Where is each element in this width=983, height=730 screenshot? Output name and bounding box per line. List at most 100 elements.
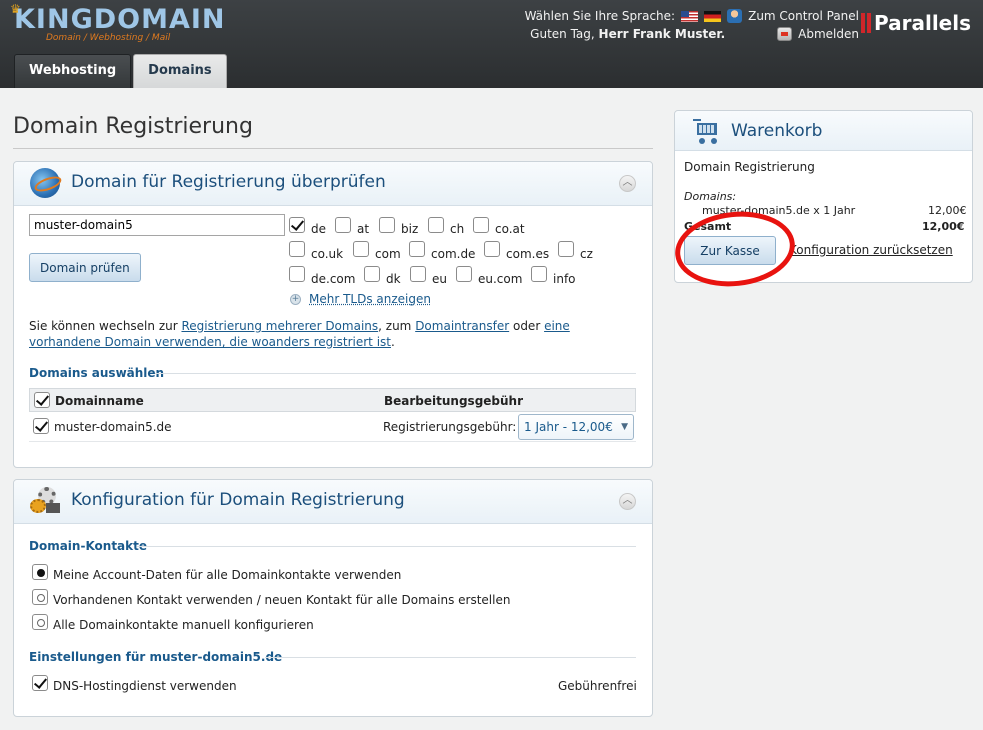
section-divider [155, 373, 636, 374]
collapse-icon[interactable]: ︿ [619, 493, 636, 510]
select-domains-heading: Domains auswählen [29, 366, 165, 380]
tld-checkbox-com[interactable] [353, 241, 369, 257]
tld-label-eu-com: eu.com [478, 272, 523, 286]
tld-checkbox-ch[interactable] [428, 217, 444, 233]
tld-label-info: info [553, 272, 576, 286]
domain-name-input[interactable] [29, 214, 285, 236]
info-text-part: . [391, 335, 395, 349]
registration-period-select[interactable]: 1 Jahr - 12,00€ ▼ [518, 414, 634, 440]
tld-checkbox-com-es[interactable] [484, 241, 500, 257]
tld-checkbox-info[interactable] [531, 266, 547, 282]
tld-checkbox-at[interactable] [335, 217, 351, 233]
tld-label-de: de [311, 222, 326, 236]
row-domain-name: muster-domain5.de [54, 420, 172, 434]
contact-option-radio-manual[interactable] [32, 614, 48, 630]
kingdomain-logo[interactable]: ♛ KINGDOMAIN Domain / Webhosting / Mail [10, 2, 226, 43]
tld-label-co-at: co.at [495, 222, 525, 236]
crown-icon: ♛ [10, 2, 21, 16]
contact-option-radio-existing[interactable] [32, 589, 48, 605]
contact-option-label: Meine Account-Daten für alle Domainkonta… [53, 568, 402, 582]
tld-label-dk: dk [386, 272, 401, 286]
tld-checkbox-de[interactable] [289, 217, 305, 233]
globe-icon [30, 168, 60, 198]
top-header: ♛ KINGDOMAIN Domain / Webhosting / Mail … [0, 0, 983, 88]
tld-label-at: at [357, 222, 370, 236]
check-domain-button[interactable]: Domain prüfen [29, 253, 141, 282]
chevron-down-icon: ▼ [621, 422, 628, 432]
gear-icon [30, 485, 62, 515]
config-panel-header: Konfiguration für Domain Registrierung ︿ [14, 480, 652, 524]
tab-domains[interactable]: Domains [133, 54, 227, 88]
config-title: Konfiguration für Domain Registrierung [71, 490, 405, 510]
cart-subtitle: Domain Registrierung [684, 160, 815, 174]
info-text-part: oder [509, 319, 545, 333]
tld-checkbox-co-at[interactable] [473, 217, 489, 233]
switch-info-text: Sie können wechseln zur Registrierung me… [29, 318, 639, 350]
tld-label-ch: ch [450, 222, 465, 236]
info-text-part: Sie können wechseln zur [29, 319, 182, 333]
tld-label-com-es: com.es [506, 247, 550, 261]
parallels-logo: Parallels [860, 11, 971, 35]
cart-panel-header: Warenkorb [675, 111, 972, 151]
logout-icon[interactable] [777, 27, 793, 41]
domains-table-header: Domainname Bearbeitungsgebühr [29, 388, 636, 412]
select-all-checkbox[interactable] [34, 392, 50, 408]
tld-label-com-de: com.de [431, 247, 476, 261]
control-panel-link[interactable]: Zum Control Panel [748, 7, 859, 25]
parallels-text: Parallels [873, 11, 971, 35]
contact-option-label: Alle Domainkontakte manuell konfiguriere… [53, 618, 314, 632]
dns-hosting-label: DNS-Hostingdienst verwenden [53, 679, 237, 693]
tld-checkbox-com-de[interactable] [409, 241, 425, 257]
logout-link[interactable]: Abmelden [798, 25, 859, 43]
tld-checkbox-co-uk[interactable] [289, 241, 305, 257]
language-label: Wählen Sie Ihre Sprache: [524, 9, 676, 23]
us-flag-icon[interactable] [681, 10, 699, 22]
greeting-prefix: Guten Tag, [530, 27, 595, 41]
domain-transfer-link[interactable]: Domaintransfer [415, 319, 509, 333]
cart-item-price: 12,00€ [928, 204, 967, 217]
german-flag-icon[interactable] [704, 10, 722, 22]
main-tabs: Webhosting Domains [14, 54, 227, 88]
tld-label-cz: cz [580, 247, 593, 261]
more-tlds-link[interactable]: Mehr TLDs anzeigen [309, 292, 431, 306]
domain-row-checkbox[interactable] [33, 418, 49, 434]
domain-contacts-heading: Domain-Kontakte [29, 539, 148, 553]
cart-title: Warenkorb [731, 121, 823, 141]
multi-domain-link[interactable]: Registrierung mehrerer Domains [181, 319, 378, 333]
col-domain-name: Domainname [55, 394, 144, 408]
collapse-icon[interactable]: ︿ [619, 175, 636, 192]
section-divider [137, 546, 636, 547]
contact-option-label: Vorhandenen Kontakt verwenden / neuen Ko… [53, 593, 511, 607]
page-title: Domain Registrierung [13, 114, 253, 139]
cart-domains-label: Domains: [684, 190, 737, 203]
tld-label-com: com [375, 247, 401, 261]
parallels-bars-icon [860, 13, 871, 33]
expand-plus-icon[interactable]: + [290, 294, 301, 305]
greeting: Guten Tag, Herr Frank Muster. [530, 25, 725, 43]
tld-checkbox-cz[interactable] [558, 241, 574, 257]
domain-settings-heading: Einstellungen für muster-domain5.de [29, 650, 283, 664]
col-processing-fee: Bearbeitungsgebühr [384, 394, 524, 408]
header-user-area: Wählen Sie Ihre Sprache: Zum Control Pan… [525, 7, 859, 43]
domain-check-title: Domain für Registrierung überprüfen [71, 172, 386, 192]
contact-option-radio-account[interactable] [32, 564, 48, 580]
tld-label-biz: biz [401, 222, 419, 236]
section-divider [265, 657, 636, 658]
title-divider [13, 148, 653, 149]
dns-fee-label: Gebührenfrei [558, 679, 637, 693]
dns-hosting-checkbox[interactable] [32, 675, 48, 691]
tld-checkbox-eu[interactable] [410, 266, 426, 282]
shopping-cart-icon [693, 117, 721, 145]
tld-checkbox-dk[interactable] [364, 266, 380, 282]
user-icon [727, 9, 743, 23]
tld-checkbox-eu-com[interactable] [456, 266, 472, 282]
reset-config-link[interactable]: Konfiguration zurücksetzen [789, 243, 953, 257]
tld-checkbox-de-com[interactable] [289, 266, 305, 282]
tab-webhosting[interactable]: Webhosting [14, 54, 132, 88]
tld-checkbox-biz[interactable] [379, 217, 395, 233]
greeting-name: Herr Frank Muster. [598, 27, 726, 41]
registration-period-value: 1 Jahr - 12,00€ [524, 420, 613, 434]
info-text-part: , zum [378, 319, 416, 333]
domain-check-panel-header: Domain für Registrierung überprüfen ︿ [14, 162, 652, 206]
logo-text: KINGDOMAIN [14, 4, 226, 35]
